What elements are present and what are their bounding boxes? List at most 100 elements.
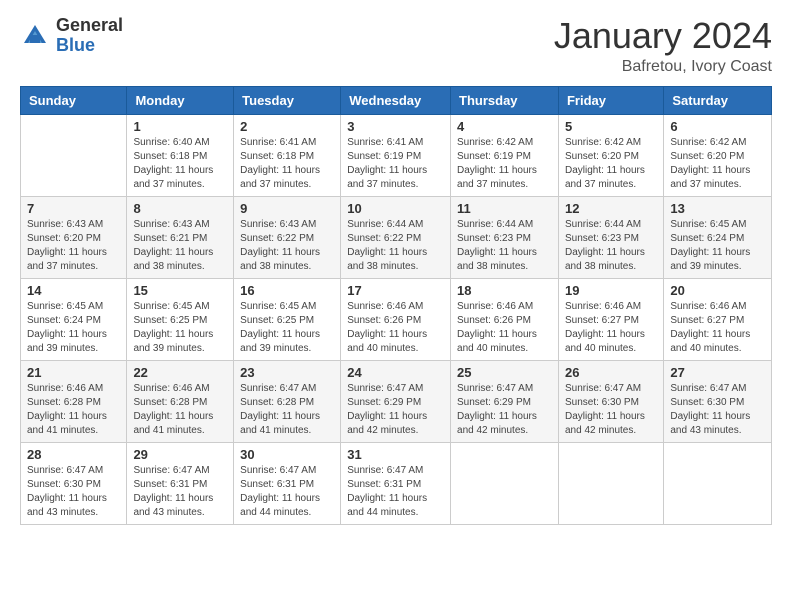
calendar-cell: 19 Sunrise: 6:46 AM Sunset: 6:27 PM Dayli… [558, 278, 663, 360]
calendar-cell: 26 Sunrise: 6:47 AM Sunset: 6:30 PM Dayli… [558, 360, 663, 442]
calendar-cell: 18Sunrise: 6:46 AM Sunset: 6:26 PM Dayli… [451, 278, 559, 360]
col-thursday: Thursday [451, 86, 559, 114]
calendar-week-4: 21 Sunrise: 6:46 AM Sunset: 6:28 PM Dayli… [21, 360, 772, 442]
day-number: 13 [670, 201, 765, 216]
day-info: Sunrise: 6:46 AM Sunset: 6:27 PM Dayligh… [670, 300, 765, 356]
calendar-cell: 20Sunrise: 6:46 AM Sunset: 6:27 PM Dayli… [664, 278, 772, 360]
logo-general-text: General [56, 16, 123, 36]
day-number: 1 [133, 119, 227, 134]
day-info: Sunrise: 6:43 AM Sunset: 6:20 PM Dayligh… [27, 218, 120, 274]
calendar-week-2: 7 Sunrise: 6:43 AM Sunset: 6:20 PM Daylig… [21, 196, 772, 278]
day-info: Sunrise: 6:44 AM Sunset: 6:23 PM Dayligh… [565, 218, 657, 274]
header: General Blue January 2024 Bafretou, Ivor… [20, 16, 772, 76]
day-number: 15 [133, 283, 227, 298]
calendar-cell [451, 442, 559, 524]
day-number: 11 [457, 201, 552, 216]
day-info: Sunrise: 6:47 AM Sunset: 6:30 PM Dayligh… [27, 464, 120, 520]
day-number: 31 [347, 447, 444, 462]
calendar-cell: 29Sunrise: 6:47 AM Sunset: 6:31 PM Dayli… [127, 442, 234, 524]
day-number: 12 [565, 201, 657, 216]
day-info: Sunrise: 6:47 AM Sunset: 6:29 PM Dayligh… [457, 382, 552, 438]
calendar-cell: 17 Sunrise: 6:46 AM Sunset: 6:26 PM Dayli… [341, 278, 451, 360]
day-number: 21 [27, 365, 120, 380]
day-info: Sunrise: 6:47 AM Sunset: 6:31 PM Dayligh… [240, 464, 334, 520]
col-saturday: Saturday [664, 86, 772, 114]
calendar-cell: 2 Sunrise: 6:41 AM Sunset: 6:18 PM Daylig… [234, 114, 341, 196]
day-info: Sunrise: 6:46 AM Sunset: 6:26 PM Dayligh… [347, 300, 444, 356]
day-number: 26 [565, 365, 657, 380]
calendar-cell: 11 Sunrise: 6:44 AM Sunset: 6:23 PM Dayli… [451, 196, 559, 278]
day-number: 18 [457, 283, 552, 298]
logo-blue-text: Blue [56, 36, 123, 56]
calendar-cell: 7 Sunrise: 6:43 AM Sunset: 6:20 PM Daylig… [21, 196, 127, 278]
day-info: Sunrise: 6:44 AM Sunset: 6:22 PM Dayligh… [347, 218, 444, 274]
day-number: 10 [347, 201, 444, 216]
location-subtitle: Bafretou, Ivory Coast [554, 58, 772, 76]
day-number: 23 [240, 365, 334, 380]
page: General Blue January 2024 Bafretou, Ivor… [0, 0, 792, 612]
calendar-week-3: 14Sunrise: 6:45 AM Sunset: 6:24 PM Dayli… [21, 278, 772, 360]
day-info: Sunrise: 6:41 AM Sunset: 6:19 PM Dayligh… [347, 136, 444, 192]
calendar-cell: 1Sunrise: 6:40 AM Sunset: 6:18 PM Daylig… [127, 114, 234, 196]
day-info: Sunrise: 6:47 AM Sunset: 6:30 PM Dayligh… [565, 382, 657, 438]
day-number: 7 [27, 201, 120, 216]
day-info: Sunrise: 6:45 AM Sunset: 6:25 PM Dayligh… [133, 300, 227, 356]
calendar-week-1: 1Sunrise: 6:40 AM Sunset: 6:18 PM Daylig… [21, 114, 772, 196]
calendar-table: Sunday Monday Tuesday Wednesday Thursday… [20, 86, 772, 525]
calendar-cell: 12 Sunrise: 6:44 AM Sunset: 6:23 PM Dayli… [558, 196, 663, 278]
calendar-cell [664, 442, 772, 524]
day-info: Sunrise: 6:47 AM Sunset: 6:31 PM Dayligh… [347, 464, 444, 520]
day-info: Sunrise: 6:41 AM Sunset: 6:18 PM Dayligh… [240, 136, 334, 192]
calendar-cell: 4 Sunrise: 6:42 AM Sunset: 6:19 PM Daylig… [451, 114, 559, 196]
day-info: Sunrise: 6:42 AM Sunset: 6:20 PM Dayligh… [670, 136, 765, 192]
col-monday: Monday [127, 86, 234, 114]
day-number: 19 [565, 283, 657, 298]
day-number: 4 [457, 119, 552, 134]
day-info: Sunrise: 6:46 AM Sunset: 6:28 PM Dayligh… [133, 382, 227, 438]
calendar-week-5: 28 Sunrise: 6:47 AM Sunset: 6:30 PM Dayli… [21, 442, 772, 524]
day-info: Sunrise: 6:45 AM Sunset: 6:24 PM Dayligh… [27, 300, 120, 356]
day-number: 30 [240, 447, 334, 462]
day-number: 25 [457, 365, 552, 380]
day-number: 17 [347, 283, 444, 298]
calendar-cell: 14Sunrise: 6:45 AM Sunset: 6:24 PM Dayli… [21, 278, 127, 360]
col-friday: Friday [558, 86, 663, 114]
calendar-cell: 16 Sunrise: 6:45 AM Sunset: 6:25 PM Dayli… [234, 278, 341, 360]
calendar-cell: 10 Sunrise: 6:44 AM Sunset: 6:22 PM Dayli… [341, 196, 451, 278]
day-info: Sunrise: 6:46 AM Sunset: 6:27 PM Dayligh… [565, 300, 657, 356]
day-info: Sunrise: 6:47 AM Sunset: 6:30 PM Dayligh… [670, 382, 765, 438]
calendar-cell: 15 Sunrise: 6:45 AM Sunset: 6:25 PM Dayli… [127, 278, 234, 360]
day-number: 3 [347, 119, 444, 134]
day-number: 28 [27, 447, 120, 462]
col-tuesday: Tuesday [234, 86, 341, 114]
day-number: 9 [240, 201, 334, 216]
day-number: 8 [133, 201, 227, 216]
col-sunday: Sunday [21, 86, 127, 114]
day-info: Sunrise: 6:45 AM Sunset: 6:25 PM Dayligh… [240, 300, 334, 356]
day-info: Sunrise: 6:44 AM Sunset: 6:23 PM Dayligh… [457, 218, 552, 274]
logo: General Blue [20, 16, 123, 56]
calendar-cell: 31 Sunrise: 6:47 AM Sunset: 6:31 PM Dayli… [341, 442, 451, 524]
day-info: Sunrise: 6:43 AM Sunset: 6:22 PM Dayligh… [240, 218, 334, 274]
calendar-cell: 21 Sunrise: 6:46 AM Sunset: 6:28 PM Dayli… [21, 360, 127, 442]
calendar-cell: 23Sunrise: 6:47 AM Sunset: 6:28 PM Dayli… [234, 360, 341, 442]
month-title: January 2024 [554, 16, 772, 56]
day-info: Sunrise: 6:42 AM Sunset: 6:19 PM Dayligh… [457, 136, 552, 192]
logo-icon [20, 21, 50, 51]
day-number: 6 [670, 119, 765, 134]
day-number: 24 [347, 365, 444, 380]
day-info: Sunrise: 6:46 AM Sunset: 6:28 PM Dayligh… [27, 382, 120, 438]
calendar-cell [21, 114, 127, 196]
day-info: Sunrise: 6:45 AM Sunset: 6:24 PM Dayligh… [670, 218, 765, 274]
header-row: Sunday Monday Tuesday Wednesday Thursday… [21, 86, 772, 114]
day-number: 2 [240, 119, 334, 134]
calendar-header: Sunday Monday Tuesday Wednesday Thursday… [21, 86, 772, 114]
day-number: 5 [565, 119, 657, 134]
calendar-cell: 6 Sunrise: 6:42 AM Sunset: 6:20 PM Daylig… [664, 114, 772, 196]
calendar-cell: 27Sunrise: 6:47 AM Sunset: 6:30 PM Dayli… [664, 360, 772, 442]
day-number: 29 [133, 447, 227, 462]
calendar-cell: 3 Sunrise: 6:41 AM Sunset: 6:19 PM Daylig… [341, 114, 451, 196]
title-block: January 2024 Bafretou, Ivory Coast [554, 16, 772, 76]
calendar-cell: 25 Sunrise: 6:47 AM Sunset: 6:29 PM Dayli… [451, 360, 559, 442]
day-number: 16 [240, 283, 334, 298]
